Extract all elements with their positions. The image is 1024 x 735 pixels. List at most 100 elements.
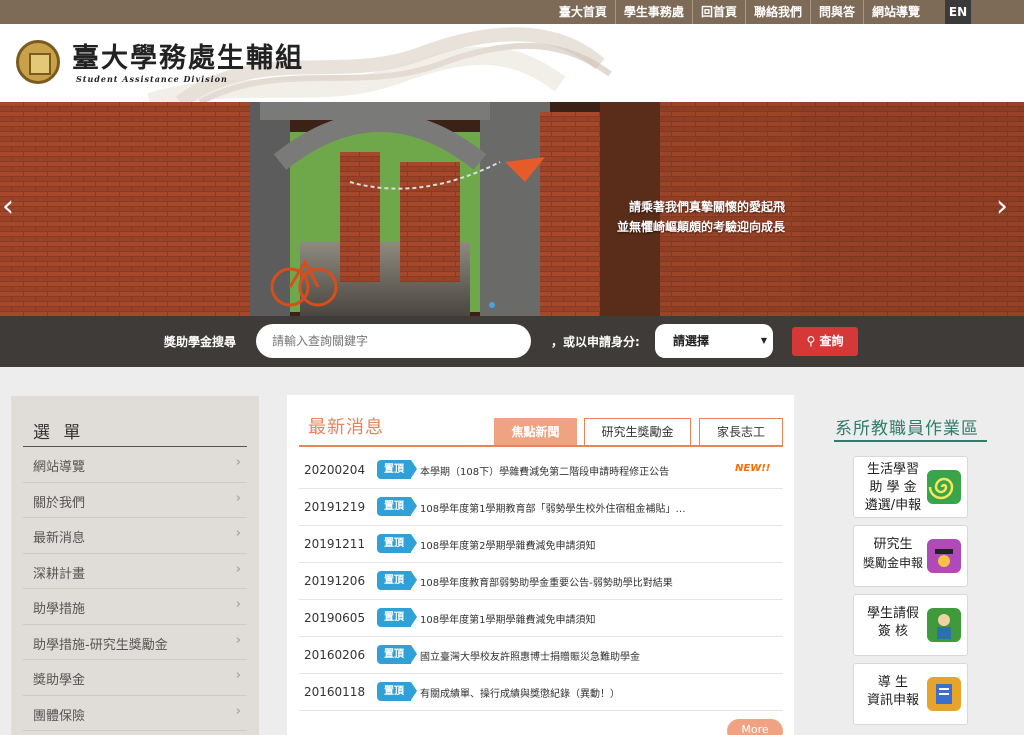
- tab-parent-volunteer[interactable]: 家長志工: [699, 418, 783, 446]
- news-item-title[interactable]: 國立臺灣大學校友許照惠博士捐贈賑災急難助學金: [420, 648, 640, 663]
- news-date: 20200204: [304, 463, 366, 477]
- banner-prev-arrow-icon[interactable]: ‹: [2, 192, 14, 222]
- staff-card-label: 生活學習 助 學 金 遴選/申報: [858, 461, 928, 515]
- ntu-seal-logo[interactable]: [16, 40, 60, 84]
- sidebar-item-scholarship[interactable]: 獎助學金 ›: [23, 660, 247, 696]
- pinned-badge: 置頂: [377, 608, 417, 627]
- site-logo-subtitle: Student Assistance Division: [76, 74, 228, 84]
- search-input[interactable]: [256, 324, 531, 358]
- chevron-right-icon: ›: [235, 526, 241, 541]
- pinned-badge: 置頂: [377, 497, 417, 516]
- news-date: 20160206: [304, 648, 366, 662]
- sidebar-item-about[interactable]: 關於我們 ›: [23, 483, 247, 518]
- news-item[interactable]: 20200204 置頂 本學期（108下）學雜費減免第二階段申請時程修正公告 NEW!…: [299, 452, 783, 489]
- identity-label: ，或以申請身分:: [551, 335, 640, 349]
- staff-card-living-aid[interactable]: 生活學習 助 學 金 遴選/申報: [853, 456, 968, 518]
- site-header: 臺大學務處生輔組 Student Assistance Division: [0, 24, 1024, 102]
- document-icon: [927, 677, 961, 711]
- site-logo-title[interactable]: 臺大學務處生輔組: [72, 36, 304, 75]
- news-title: 最新消息: [308, 417, 384, 438]
- news-item-title[interactable]: 108學年度教育部弱勢助學金重要公告-弱勢助學比對結果: [420, 574, 673, 589]
- topnav-home-link[interactable]: 回首頁: [693, 0, 746, 24]
- topnav-osa-link[interactable]: 學生事務處: [616, 0, 693, 24]
- sidebar-list: 網站導覽 › 關於我們 › 最新消息 › 深耕計畫 › 助學措施 › 助學措施-研究生獎勵…: [23, 447, 247, 731]
- banner-caption-line1: 請乘著我們真摯關懷的愛起飛: [628, 200, 785, 214]
- news-item-title[interactable]: 有關成績單、操行成績與獎懲紀錄（異動！）: [420, 685, 620, 700]
- topnav-faq-link[interactable]: 問與答: [811, 0, 864, 24]
- topnav-ntu-home-link[interactable]: 臺大首頁: [551, 0, 616, 24]
- staff-card-leave-approval[interactable]: 學生請假 簽 核: [853, 594, 968, 656]
- student-icon: [927, 608, 961, 642]
- top-nav: 臺大首頁 學生事務處 回首頁 聯絡我們 問與答 網站導覽: [551, 0, 928, 24]
- banner-next-arrow-icon[interactable]: ›: [996, 192, 1008, 222]
- news-item-title[interactable]: 108學年度第1學期學雜費減免申請須知: [420, 611, 595, 626]
- staff-card-mentor-info[interactable]: 導 生 資訊申報: [853, 663, 968, 725]
- news-date: 20191206: [304, 574, 366, 588]
- chevron-right-icon: ›: [235, 597, 241, 612]
- language-en-button[interactable]: EN: [945, 0, 971, 24]
- staff-card-line: 助 學 金: [869, 480, 917, 495]
- chevron-right-icon: ›: [235, 455, 241, 470]
- news-date: 20160118: [304, 685, 366, 699]
- sidebar-item-news[interactable]: 最新消息 ›: [23, 518, 247, 554]
- chevron-right-icon: ›: [235, 632, 241, 648]
- topnav-sitemap-link[interactable]: 網站導覽: [864, 0, 928, 24]
- banner-pagination-dot[interactable]: [489, 302, 495, 308]
- identity-select[interactable]: 請選擇 ▼: [655, 324, 773, 358]
- staff-card-line: 簽 核: [877, 624, 909, 639]
- topnav-contact-link[interactable]: 聯絡我們: [746, 0, 811, 24]
- news-item[interactable]: 20160206 置頂 國立臺灣大學校友許照惠博士捐贈賑災急難助學金: [299, 637, 783, 674]
- news-item[interactable]: 20191211 置頂 108學年度第2學期學雜費減免申請須知: [299, 526, 783, 563]
- news-divider: [299, 445, 783, 447]
- chevron-right-icon: ›: [235, 561, 241, 577]
- tab-grad-award[interactable]: 研究生獎勵金: [584, 418, 691, 446]
- news-item-title[interactable]: 本學期（108下）學雜費減免第二階段申請時程修正公告: [420, 463, 669, 478]
- sidebar-item-grad-award[interactable]: 助學措施-研究生獎勵金 ›: [23, 625, 247, 660]
- banner-caption: 請乘著我們真摯關懷的愛起飛 並無懼崎嶇顛頗的考驗迎向成長: [617, 197, 785, 237]
- sidebar-item-label: 獎助學金: [33, 673, 86, 688]
- tab-focus-news[interactable]: 焦點新聞: [494, 418, 577, 446]
- staff-card-line: 研究生: [873, 537, 913, 552]
- banner-image: [0, 102, 1024, 316]
- staff-card-grad-award[interactable]: 研究生 獎勵金申報: [853, 525, 968, 587]
- spiral-icon: [927, 470, 961, 504]
- sidebar-item-label: 助學措施: [33, 602, 86, 617]
- staff-card-line: 獎勵金申報: [862, 556, 923, 570]
- sidebar-menu: 選 單 網站導覽 › 關於我們 › 最新消息 › 深耕計畫 › 助學措施 › 助學措施-研…: [11, 396, 259, 735]
- news-more-button[interactable]: More: [727, 719, 783, 735]
- sidebar-item-label: 最新消息: [33, 531, 86, 546]
- staff-card-line: 遴選/申報: [864, 498, 922, 513]
- news-item[interactable]: 20191206 置頂 108學年度教育部弱勢助學金重要公告-弱勢助學比對結果: [299, 563, 783, 600]
- sidebar-item-label: 深耕計畫: [33, 566, 86, 582]
- sidebar-item-label: 團體保險: [33, 708, 86, 724]
- staff-card-label: 導 生 資訊申報: [858, 674, 928, 710]
- search-button[interactable]: ⚲ 查詢: [792, 327, 858, 356]
- news-date: 20190605: [304, 611, 366, 625]
- news-item[interactable]: 20160118 置頂 有關成績單、操行成績與獎懲紀錄（異動！）: [299, 674, 783, 711]
- scholarship-search-bar: 獎助學金搜尋 ，或以申請身分: 請選擇 ▼ ⚲ 查詢: [0, 316, 1024, 367]
- hero-banner: 請乘著我們真摯關懷的愛起飛 並無懼崎嶇顛頗的考驗迎向成長 ‹ ›: [0, 102, 1024, 316]
- sidebar-title: 選 單: [33, 423, 85, 443]
- sidebar-item-label: 關於我們: [33, 495, 86, 511]
- staff-card-line: 生活學習: [866, 462, 919, 477]
- search-label: 獎助學金搜尋: [164, 335, 237, 349]
- chevron-right-icon: ›: [235, 668, 241, 683]
- sidebar-item-label: 助學措施-研究生獎勵金: [33, 637, 168, 653]
- news-date: 20191219: [304, 500, 366, 514]
- pinned-badge: 置頂: [377, 645, 417, 664]
- news-item[interactable]: 20191219 置頂 108學年度第1學期教育部「弱勢學生校外住宿租金補貼」…: [299, 489, 783, 526]
- identity-select-value: 請選擇: [673, 334, 710, 348]
- news-item-title[interactable]: 108學年度第2學期學雜費減免申請須知: [420, 537, 595, 552]
- pinned-badge: 置頂: [377, 534, 417, 553]
- news-item-title[interactable]: 108學年度第1學期教育部「弱勢學生校外住宿租金補貼」…: [420, 500, 685, 515]
- sidebar-item-aid-measures[interactable]: 助學措施 ›: [23, 589, 247, 625]
- staff-card-line: 導 生: [877, 675, 909, 690]
- staff-card-line: 資訊申報: [866, 693, 919, 708]
- sidebar-item-deep-plan[interactable]: 深耕計畫 ›: [23, 554, 247, 589]
- news-panel: 最新消息 焦點新聞 研究生獎勵金 家長志工 20200204 置頂 本學期（108下…: [287, 395, 794, 735]
- news-item[interactable]: 20190605 置頂 108學年度第1學期學雜費減免申請須知: [299, 600, 783, 637]
- pinned-badge: 置頂: [377, 460, 417, 479]
- sidebar-item-insurance[interactable]: 團體保險 ›: [23, 696, 247, 731]
- sidebar-item-sitemap[interactable]: 網站導覽 ›: [23, 447, 247, 483]
- pinned-badge: 置頂: [377, 571, 417, 590]
